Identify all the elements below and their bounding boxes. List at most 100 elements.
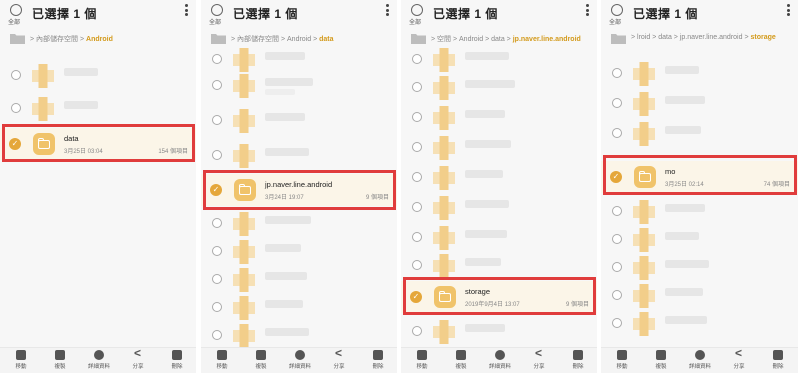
row-radio[interactable] bbox=[412, 172, 422, 182]
more-vert-icon[interactable] bbox=[585, 4, 589, 18]
details-button[interactable]: 詳細資料 bbox=[81, 350, 117, 370]
share-button[interactable]: 分享 bbox=[321, 346, 357, 370]
select-all-radio[interactable] bbox=[211, 4, 223, 16]
blurred-name bbox=[465, 258, 501, 266]
row-radio[interactable] bbox=[11, 103, 21, 113]
blurred-name bbox=[465, 170, 503, 178]
row-radio[interactable] bbox=[212, 274, 222, 284]
row-radio[interactable] bbox=[612, 262, 622, 272]
red-highlight-box bbox=[203, 170, 396, 210]
delete-icon bbox=[573, 350, 583, 360]
row-radio[interactable] bbox=[412, 142, 422, 152]
blurred-name bbox=[265, 148, 309, 156]
row-radio[interactable] bbox=[11, 70, 21, 80]
row-radio[interactable] bbox=[612, 98, 622, 108]
breadcrumb-path[interactable]: > 內部儲存空間 > Android > bbox=[231, 36, 319, 43]
row-radio[interactable] bbox=[412, 232, 422, 242]
list-item[interactable] bbox=[401, 72, 597, 104]
delete-button[interactable]: 刪除 bbox=[360, 350, 396, 370]
home-folder-icon[interactable] bbox=[611, 32, 626, 44]
select-all-label: 全部 bbox=[609, 20, 622, 26]
copy-button[interactable]: 複製 bbox=[443, 350, 479, 370]
breadcrumb-path[interactable]: > 空間 > Android > data > bbox=[431, 36, 513, 43]
list-item[interactable] bbox=[0, 93, 196, 125]
row-radio[interactable] bbox=[212, 80, 222, 90]
blurred-name bbox=[465, 200, 509, 208]
list-item[interactable] bbox=[601, 88, 798, 120]
blurred-thumbnail bbox=[633, 62, 655, 86]
select-all-radio[interactable] bbox=[611, 4, 623, 16]
details-button[interactable]: 詳細資料 bbox=[682, 350, 718, 370]
row-radio[interactable] bbox=[612, 128, 622, 138]
list-item[interactable] bbox=[201, 105, 397, 137]
list-item[interactable] bbox=[601, 308, 798, 340]
list-item[interactable] bbox=[401, 102, 597, 134]
row-radio[interactable] bbox=[212, 246, 222, 256]
home-folder-icon[interactable] bbox=[211, 32, 226, 44]
row-radio[interactable] bbox=[212, 218, 222, 228]
share-button[interactable]: 分享 bbox=[521, 346, 557, 370]
row-radio[interactable] bbox=[212, 330, 222, 340]
details-button[interactable]: 詳細資料 bbox=[482, 350, 518, 370]
file-manager-panel-3: 全部 已選擇 1 個 > 空間 > Android > data > jp.na… bbox=[401, 0, 599, 373]
copy-button[interactable]: 複製 bbox=[42, 350, 78, 370]
blurred-name bbox=[465, 52, 509, 60]
delete-icon bbox=[773, 350, 783, 360]
list-item[interactable] bbox=[601, 58, 798, 90]
more-vert-icon[interactable] bbox=[184, 4, 188, 18]
details-button[interactable]: 詳細資料 bbox=[282, 350, 318, 370]
copy-button[interactable]: 複製 bbox=[243, 350, 279, 370]
select-all-radio[interactable] bbox=[10, 4, 22, 16]
move-icon bbox=[16, 350, 26, 360]
list-item[interactable] bbox=[201, 140, 397, 172]
share-button[interactable]: 分享 bbox=[120, 346, 156, 370]
row-radio[interactable] bbox=[412, 202, 422, 212]
row-radio[interactable] bbox=[412, 112, 422, 122]
row-radio[interactable] bbox=[412, 54, 422, 64]
row-radio[interactable] bbox=[212, 115, 222, 125]
row-radio[interactable] bbox=[612, 206, 622, 216]
list-item[interactable] bbox=[401, 192, 597, 224]
row-radio[interactable] bbox=[412, 260, 422, 270]
move-button[interactable]: 移動 bbox=[3, 350, 39, 370]
home-folder-icon[interactable] bbox=[411, 32, 426, 44]
list-item[interactable] bbox=[0, 60, 196, 92]
breadcrumb-current: jp.naver.line.android bbox=[512, 36, 581, 43]
breadcrumb-path[interactable]: > lroid > data > jp.naver.line.android > bbox=[631, 34, 750, 41]
blurred-thumbnail bbox=[233, 144, 255, 168]
select-all-radio[interactable] bbox=[411, 4, 423, 16]
copy-button[interactable]: 複製 bbox=[643, 350, 679, 370]
row-radio[interactable] bbox=[612, 318, 622, 328]
breadcrumb: > lroid > data > jp.naver.line.android >… bbox=[601, 30, 798, 48]
row-radio[interactable] bbox=[412, 82, 422, 92]
blurred-thumbnail bbox=[233, 296, 255, 320]
move-button[interactable]: 移動 bbox=[204, 350, 240, 370]
list-item[interactable] bbox=[401, 316, 597, 348]
row-radio[interactable] bbox=[412, 326, 422, 336]
share-button[interactable]: 分享 bbox=[721, 346, 757, 370]
delete-button[interactable]: 刪除 bbox=[560, 350, 596, 370]
home-folder-icon[interactable] bbox=[10, 32, 25, 44]
delete-button[interactable]: 刪除 bbox=[159, 350, 195, 370]
list-item[interactable] bbox=[201, 70, 397, 102]
list-item[interactable] bbox=[401, 132, 597, 164]
file-list: ✓ mo 3月25日 02:14 74 個項目 bbox=[601, 50, 798, 347]
row-radio[interactable] bbox=[212, 302, 222, 312]
list-item[interactable] bbox=[601, 118, 798, 150]
delete-icon bbox=[172, 350, 182, 360]
breadcrumb-path[interactable]: > 內部儲存空間 > bbox=[30, 36, 86, 43]
more-vert-icon[interactable] bbox=[786, 4, 790, 18]
row-radio[interactable] bbox=[612, 290, 622, 300]
blurred-thumbnail bbox=[433, 76, 455, 100]
row-radio[interactable] bbox=[212, 150, 222, 160]
row-radio[interactable] bbox=[212, 54, 222, 64]
move-button[interactable]: 移動 bbox=[404, 350, 440, 370]
list-item[interactable] bbox=[401, 162, 597, 194]
more-vert-icon[interactable] bbox=[385, 4, 389, 18]
blurred-thumbnail bbox=[433, 196, 455, 220]
delete-button[interactable]: 刪除 bbox=[760, 350, 796, 370]
move-button[interactable]: 移動 bbox=[604, 350, 640, 370]
row-radio[interactable] bbox=[612, 68, 622, 78]
info-icon bbox=[495, 350, 505, 360]
row-radio[interactable] bbox=[612, 234, 622, 244]
